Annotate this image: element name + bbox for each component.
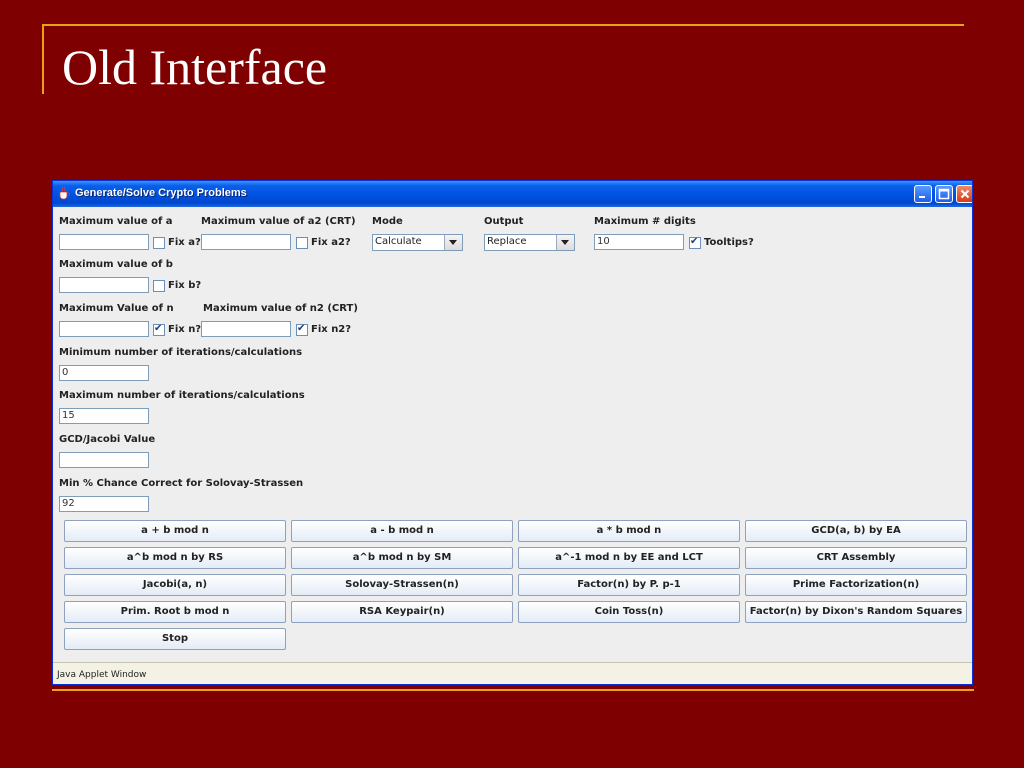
checkmark-icon: ✔	[690, 236, 699, 247]
max-b-field[interactable]	[59, 277, 149, 293]
fix-a2-checkbox[interactable]	[296, 237, 308, 249]
mode-label: Mode	[372, 216, 403, 227]
operation-button[interactable]: a - b mod n	[291, 520, 513, 542]
status-text: Java Applet Window	[57, 670, 147, 680]
max-n-field[interactable]	[59, 321, 149, 337]
operation-button[interactable]: Factor(n) by Dixon's Random Squares	[745, 601, 967, 623]
max-n2-field[interactable]	[201, 321, 291, 337]
operation-button[interactable]: a * b mod n	[518, 520, 740, 542]
gcd-jacobi-label: GCD/Jacobi Value	[59, 434, 156, 445]
fix-b-checkbox[interactable]	[153, 280, 165, 292]
maximize-icon	[938, 188, 950, 200]
operation-button[interactable]: a^-1 mod n by EE and LCT	[518, 547, 740, 569]
operation-button[interactable]: Jacobi(a, n)	[64, 574, 286, 596]
operation-button[interactable]: a^b mod n by RS	[64, 547, 286, 569]
operation-button[interactable]: Stop	[64, 628, 286, 650]
max-n2-label: Maximum value of n2 (CRT)	[203, 303, 358, 314]
fix-a2-label: Fix a2?	[311, 237, 351, 248]
output-label: Output	[484, 216, 524, 227]
operation-button[interactable]: GCD(a, b) by EA	[745, 520, 967, 542]
output-dropdown-arrow-icon[interactable]	[556, 235, 574, 250]
max-a-label: Maximum value of a	[59, 216, 173, 227]
gcd-jacobi-field[interactable]	[59, 452, 149, 468]
form-panel: Maximum value of a Maximum value of a2 (…	[53, 207, 972, 662]
output-select-value: Replace	[487, 236, 527, 247]
max-a-field[interactable]	[59, 234, 149, 250]
window-title: Generate/Solve Crypto Problems	[75, 187, 247, 199]
mode-select[interactable]: Calculate	[372, 234, 463, 251]
mode-select-value: Calculate	[375, 236, 422, 247]
output-select[interactable]: Replace	[484, 234, 575, 251]
slide-bottom-rule	[52, 689, 974, 691]
min-iterations-field[interactable]: 0	[59, 365, 149, 381]
max-digits-field[interactable]: 10	[594, 234, 684, 250]
operation-button[interactable]: CRT Assembly	[745, 547, 967, 569]
window-titlebar[interactable]: Generate/Solve Crypto Problems	[53, 181, 972, 207]
status-bar: Java Applet Window	[53, 662, 972, 684]
java-cup-icon	[57, 186, 71, 200]
operation-button[interactable]: a^b mod n by SM	[291, 547, 513, 569]
fix-n-checkbox[interactable]: ✔	[153, 323, 165, 336]
minimize-button[interactable]	[914, 185, 932, 203]
operation-button[interactable]: Solovay-Strassen(n)	[291, 574, 513, 596]
fix-n2-checkbox[interactable]: ✔	[296, 323, 308, 336]
max-iterations-field[interactable]: 15	[59, 408, 149, 424]
max-b-label: Maximum value of b	[59, 259, 173, 270]
min-iterations-label: Minimum number of iterations/calculation…	[59, 347, 303, 358]
max-n-label: Maximum Value of n	[59, 303, 174, 314]
operation-button[interactable]: Prim. Root b mod n	[64, 601, 286, 623]
max-a2-label: Maximum value of a2 (CRT)	[201, 216, 356, 227]
fix-a-label: Fix a?	[168, 237, 201, 248]
max-digits-label: Maximum # digits	[594, 216, 696, 227]
fix-n-label: Fix n?	[168, 324, 202, 335]
fix-n2-label: Fix n2?	[311, 324, 352, 335]
maximize-button[interactable]	[935, 185, 953, 203]
close-button[interactable]	[956, 185, 972, 203]
tooltips-checkbox[interactable]: ✔	[689, 236, 701, 249]
operation-button[interactable]: a + b mod n	[64, 520, 286, 542]
operation-button[interactable]: Prime Factorization(n)	[745, 574, 967, 596]
checkmark-icon: ✔	[154, 323, 163, 334]
fix-a-checkbox[interactable]	[153, 237, 165, 249]
slide-left-rule	[42, 24, 44, 94]
minimize-icon	[919, 196, 925, 198]
fix-b-label: Fix b?	[168, 280, 202, 291]
solovay-chance-field[interactable]: 92	[59, 496, 149, 512]
max-a2-field[interactable]	[201, 234, 291, 250]
slide-top-rule	[42, 24, 964, 26]
solovay-chance-label: Min % Chance Correct for Solovay-Strasse…	[59, 478, 304, 489]
slide-title: Old Interface	[62, 39, 328, 95]
operation-button[interactable]: Coin Toss(n)	[518, 601, 740, 623]
operation-button[interactable]: Factor(n) by P. p-1	[518, 574, 740, 596]
tooltips-label: Tooltips?	[704, 237, 754, 248]
applet-window: Generate/Solve Crypto Problems Maximum v…	[52, 180, 973, 685]
operation-button[interactable]: RSA Keypair(n)	[291, 601, 513, 623]
mode-dropdown-arrow-icon[interactable]	[444, 235, 462, 250]
max-iterations-label: Maximum number of iterations/calculation…	[59, 390, 305, 401]
checkmark-icon: ✔	[297, 323, 306, 334]
close-icon	[960, 189, 970, 199]
